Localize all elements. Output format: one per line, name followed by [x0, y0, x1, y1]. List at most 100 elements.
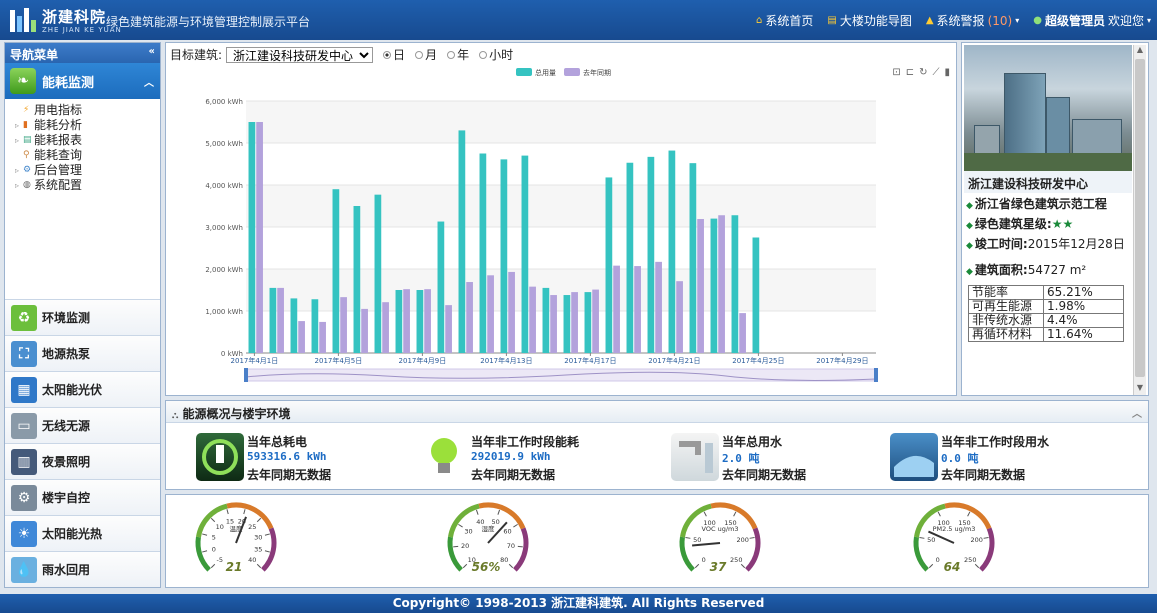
gauge-unit: PM2.5 ug/m3 — [933, 525, 976, 533]
recycle-icon: ♻ — [11, 304, 37, 331]
x-tick-label: 2017年4月9日 — [399, 356, 447, 365]
bar — [256, 122, 263, 353]
grid-band — [246, 101, 876, 143]
tree-item-power-index[interactable]: ⚡ 用电指标 — [15, 103, 160, 118]
data-zoom-handle-right — [874, 368, 878, 382]
table-row: 非传统水源 4.4% — [968, 313, 1124, 328]
star-rating: ★★ — [1051, 217, 1074, 231]
bar — [571, 292, 578, 353]
sidebar-item-wireless[interactable]: ▭ 无线无源 — [5, 407, 160, 443]
tree-item-admin[interactable]: ▹ ⚙ 后台管理 — [15, 163, 160, 178]
y-tick-label: 6,000 kWh — [205, 98, 243, 106]
bar — [416, 290, 424, 353]
gauge-tick-label: 10 — [216, 523, 224, 531]
bar — [395, 290, 403, 353]
legend-swatch — [564, 68, 580, 76]
bar — [353, 206, 361, 353]
building-name: 浙江建设科技研发中心 — [964, 171, 1132, 193]
user-menu[interactable]: ● 超级管理员 欢迎您 ▾ — [1033, 12, 1151, 29]
energy-bar-chart: 0 kWh1,000 kWh2,000 kWh3,000 kWh4,000 kW… — [205, 68, 878, 382]
sidebar: 导航菜单 « ❧ 能耗监测 ︿ ⚡ 用电指标 ▹ ▮ 能耗分析 ▹ ▤ 能耗报表 ⚲ 能耗查询… — [4, 42, 161, 588]
bar — [458, 130, 466, 353]
tree-item-query[interactable]: ⚲ 能耗查询 — [15, 148, 160, 163]
tree-item-analysis[interactable]: ▹ ▮ 能耗分析 — [15, 118, 160, 133]
overview-item-power: 当年总耗电 593316.6 kWh 去年同期无数据 — [196, 431, 406, 483]
bar — [613, 265, 620, 353]
sidebar-item-rainwater[interactable]: 💧 雨水回用 — [5, 551, 160, 587]
completion-line: ◆ 竣工时间:2015年12月28日 — [966, 237, 1125, 251]
home-icon: ⌂ — [756, 15, 763, 26]
sidebar-title: 导航菜单 « — [5, 43, 160, 63]
sidebar-item-solar-heat[interactable]: ☀ 太阳能光热 — [5, 515, 160, 551]
radio-year[interactable]: 年 — [447, 46, 469, 63]
building-select[interactable]: 浙江建设科技研发中心 — [226, 46, 374, 63]
voc-gauge: 050100 150200250VOC ug/m337 — [679, 502, 761, 583]
area-line: ◆ 建筑面积:54727 m² — [966, 263, 1087, 277]
bar — [521, 155, 529, 353]
bar — [529, 286, 536, 353]
app-header: 浙建科院 ZHE JIAN KE YUAN 绿色建筑能源与环境管理控制展示平台 … — [0, 0, 1157, 40]
bullet-icon: ◆ — [966, 201, 973, 211]
gear-icon: ⚙ — [23, 165, 32, 175]
bar — [479, 153, 487, 353]
bar — [731, 215, 739, 353]
bar — [508, 271, 515, 353]
gauge-tick-label: 30 — [464, 527, 472, 535]
bar — [319, 321, 326, 353]
sidebar-item-pv[interactable]: ▦ 太阳能光伏 — [5, 371, 160, 407]
table-row: 可再生能源 1.98% — [968, 299, 1124, 314]
gauge-tick — [453, 545, 459, 548]
gauge-tick-label: 0 — [702, 556, 706, 564]
sidebar-item-heat-pump[interactable]: ⛶ 地源热泵 — [5, 335, 160, 371]
user-icon: ● — [1033, 15, 1042, 26]
y-tick-label: 4,000 kWh — [205, 182, 243, 190]
overview-item-offhours-power: 当年非工作时段能耗 292019.9 kWh 去年同期无数据 — [420, 431, 650, 483]
info-scrollbar[interactable]: ▲ ▼ — [1133, 45, 1146, 395]
bar — [269, 287, 277, 353]
home-link[interactable]: ⌂ 系统首页 — [756, 12, 813, 29]
tree-item-config[interactable]: ▹ ◍ 系统配置 — [15, 178, 160, 193]
bar — [361, 308, 368, 353]
bar — [739, 313, 746, 353]
collapse-up-icon[interactable]: ︿ — [1132, 405, 1142, 420]
chevron-down-icon: ▾ — [1146, 16, 1151, 25]
sidebar-item-environment[interactable]: ♻ 环境监测 — [5, 299, 160, 335]
water-splash-icon — [890, 433, 938, 481]
legend-label: 总用量 — [535, 68, 556, 77]
y-tick-label: 1,000 kWh — [205, 308, 243, 316]
gauge-unit: VOC ug/m3 — [702, 525, 739, 533]
gauge-value: 21 — [226, 560, 243, 574]
tree-item-report[interactable]: ▹ ▤ 能耗报表 — [15, 133, 160, 148]
gauge-tick-label: 0 — [936, 556, 940, 564]
radio-hour[interactable]: 小时 — [479, 46, 513, 63]
overview-item-offhours-water: 当年非工作时段用水 0.0 吨 去年同期无数据 — [890, 431, 1120, 483]
gauge-tick-label: 80 — [500, 556, 508, 564]
table-row: 再循环材料 11.64% — [968, 327, 1124, 342]
sidebar-item-lighting[interactable]: ▥ 夜景照明 — [5, 443, 160, 479]
sidebar-item-building-control[interactable]: ⚙ 楼宇自控 — [5, 479, 160, 515]
bar — [332, 189, 340, 353]
overview-title: ⛬ 能源概况与楼宇环境 ︿ — [166, 401, 1148, 423]
floor-map-link[interactable]: ▤ 大楼功能导图 — [827, 12, 911, 29]
bar — [298, 321, 305, 353]
gauge-tick-label: 250 — [730, 556, 742, 564]
x-tick-label: 2017年4月1日 — [231, 356, 279, 365]
chevron-down-icon: ▾ — [1015, 16, 1020, 25]
gauge-tick-label: 35 — [254, 545, 262, 553]
bar — [500, 159, 508, 353]
alarm-link[interactable]: ▲ 系统警报 (10) ▾ — [926, 12, 1019, 29]
bar — [437, 221, 445, 353]
radio-month[interactable]: 月 — [415, 46, 437, 63]
device-icon: ▭ — [11, 412, 37, 439]
footer: Copyright© 1998-2013 浙江建科建筑. All Rights … — [0, 594, 1157, 613]
gauge-tick-label: 25 — [248, 523, 256, 531]
x-tick-label: 2017年4月25日 — [732, 356, 784, 365]
gauge-tick-label: 70 — [507, 542, 515, 550]
top-nav: ⌂ 系统首页 ▤ 大楼功能导图 ▲ 系统警报 (10) ▾ ● 超级管理员 欢迎您 ▾ — [756, 12, 1151, 29]
x-tick-label: 2017年4月29日 — [816, 356, 868, 365]
radio-day[interactable]: 日 — [383, 46, 405, 63]
sidebar-item-energy[interactable]: ❧ 能耗监测 ︿ — [5, 63, 160, 99]
collapse-icon[interactable]: « — [149, 46, 155, 57]
building-props: ◆ 浙江省绿色建筑示范工程 ◆ 绿色建筑星级:★★ ◆ 竣工时间:2015年12月28… — [966, 197, 1132, 283]
x-tick-label: 2017年4月5日 — [315, 356, 363, 365]
